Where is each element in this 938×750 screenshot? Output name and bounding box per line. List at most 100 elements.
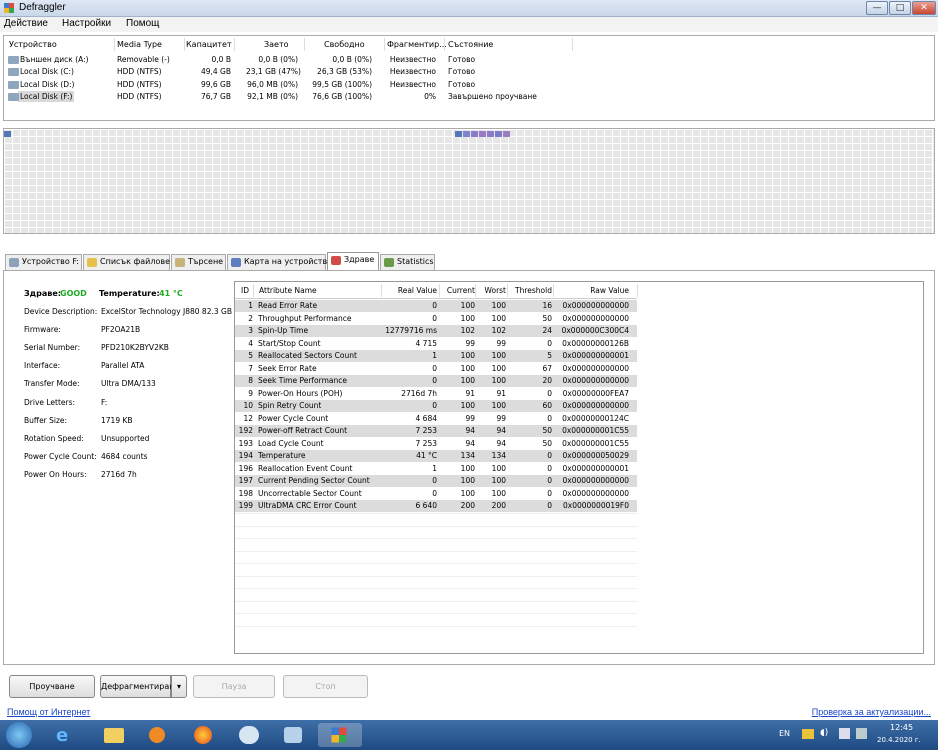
drive-cell[interactable]: Local Disk (F:)	[20, 92, 72, 101]
smart-cell: 100	[460, 488, 475, 498]
start-button[interactable]	[6, 722, 32, 748]
tab-drive-map[interactable]: Карта на устройство	[227, 254, 332, 270]
smart-cell: 100	[491, 301, 506, 310]
info-value: 4684 counts	[101, 451, 148, 461]
defraggler-taskbar-icon[interactable]	[318, 723, 362, 747]
smart-cell: 100	[460, 476, 475, 485]
ie-taskbar-icon[interactable]: e	[44, 723, 88, 747]
tab-health[interactable]: Здраве	[327, 252, 379, 270]
smart-cell: 91	[496, 388, 506, 398]
smart-row[interactable]: 193 Load Cycle Count 7 253 94 94 50 0x00000000…	[235, 438, 637, 450]
smart-row[interactable]: 194 Temperature 41 °C 134 134 0 0x000000050029	[235, 450, 637, 463]
smart-cell: 100	[460, 313, 475, 323]
smart-table[interactable]: ID Attribute Name Real Value Current Worst Th…	[234, 281, 924, 654]
drive-list-header[interactable]: Фрагментир...	[387, 40, 447, 49]
tab-search[interactable]: Търсене	[171, 254, 226, 270]
network-icon[interactable]	[839, 728, 850, 739]
drive-cell: HDD (NTFS)	[117, 67, 162, 77]
smart-column-header[interactable]: Real Value	[385, 286, 437, 295]
smart-cell: 194	[238, 451, 253, 460]
maximize-button[interactable]: □	[889, 1, 911, 15]
drive-cell[interactable]: Външен диск (A:)	[20, 55, 89, 64]
smart-row[interactable]: 7 Seek Error Rate 0 100 100 67 0x000000000000	[235, 363, 637, 375]
smart-row[interactable]: 12 Power Cycle Count 4 684 99 99 0 0x000000001…	[235, 413, 637, 425]
smart-cell: 1	[248, 301, 253, 310]
minimize-button[interactable]: —	[866, 1, 888, 15]
smart-cell: Load Cycle Count	[258, 438, 324, 448]
smart-column-header[interactable]: Threshold	[512, 286, 552, 295]
tab-statistics[interactable]: Statistics	[380, 254, 435, 270]
smart-column-header[interactable]: Raw Value	[557, 286, 629, 295]
menu-help[interactable]: Помощ	[126, 18, 159, 29]
smart-row[interactable]: 199 UltraDMA CRC Error Count 6 640 200 200 0 0…	[235, 500, 637, 513]
info-label: Rotation Speed:	[24, 433, 84, 443]
health-icon	[331, 256, 341, 265]
taskbar: e EN ◖) 12:45 20.4.2020 г.	[0, 720, 938, 750]
smart-row[interactable]: 5 Reallocated Sectors Count 1 100 100 5 0x0000…	[235, 350, 637, 363]
language-indicator[interactable]: EN	[779, 729, 790, 738]
drive-list-header[interactable]: Заето	[264, 40, 289, 49]
smart-row[interactable]: 196 Reallocation Event Count 1 100 100 0 0x000…	[235, 463, 637, 475]
defrag-dropdown-button[interactable]: ▾	[171, 675, 187, 698]
info-value: ExcelStor Technology J880 82.3 GB	[101, 307, 232, 316]
chart-icon	[384, 258, 394, 267]
smart-column-header[interactable]: Current	[441, 286, 475, 295]
column-divider	[439, 284, 440, 297]
explorer-taskbar-icon[interactable]	[92, 723, 136, 747]
menu-action[interactable]: Действие	[4, 18, 48, 29]
smart-column-header[interactable]: Attribute Name	[259, 286, 317, 295]
smart-cell: 100	[460, 301, 475, 310]
drive-list-header[interactable]: Свободно	[324, 40, 365, 49]
app-taskbar-icon[interactable]	[228, 723, 272, 747]
smart-row[interactable]: 1 Read Error Rate 0 100 100 16 0x000000000000	[235, 300, 637, 313]
analyze-button[interactable]: Проучване	[9, 675, 95, 698]
drive-cell: Неизвестно	[389, 55, 436, 64]
menu-settings[interactable]: Настройки	[62, 18, 111, 29]
smart-cell: Power Cycle Count	[258, 413, 329, 423]
smart-row[interactable]: 10 Spin Retry Count 0 100 100 60 0x00000000000…	[235, 400, 637, 413]
drive-cell[interactable]: Local Disk (C:)	[20, 67, 74, 76]
smart-cell: Read Error Rate	[258, 301, 318, 310]
drive-cell: 76,6 GB (100%)	[312, 91, 372, 101]
smart-row[interactable]: 197 Current Pending Sector Count 0 100 100 0 0…	[235, 475, 637, 488]
close-button[interactable]: ✕	[912, 1, 936, 15]
tab-file-list[interactable]: Списък файлове	[83, 254, 170, 270]
firefox-taskbar-icon[interactable]	[182, 723, 226, 747]
tab-drive[interactable]: Устройство F:	[5, 254, 82, 270]
smart-column-header[interactable]: Worst	[481, 286, 507, 295]
smart-row[interactable]: 192 Power-off Retract Count 7 253 94 94 50 0x0…	[235, 425, 637, 438]
smart-row[interactable]: 9 Power-On Hours (POH) 2716d 7h 91 91 0 0x0000…	[235, 388, 637, 400]
clock-time[interactable]: 12:45	[890, 723, 913, 732]
smart-cell: 94	[465, 426, 475, 435]
drive-list-header[interactable]: Media Type	[117, 40, 162, 49]
smart-row[interactable]: 8 Seek Time Performance 0 100 100 20 0x0000000…	[235, 375, 637, 388]
drive-list-header[interactable]: Устройство	[9, 40, 57, 49]
paint-taskbar-icon[interactable]	[272, 723, 316, 747]
stop-button[interactable]: Стоп	[283, 675, 368, 698]
drive-cell: 92,1 MB (0%)	[247, 91, 298, 101]
tray-icon[interactable]	[802, 729, 814, 739]
smart-cell: 1	[432, 463, 437, 473]
smart-row[interactable]: 2 Throughput Performance 0 100 100 50 0x000000…	[235, 313, 637, 325]
drive-list-header[interactable]: Капацитет	[186, 40, 232, 49]
smart-cell: 100	[491, 488, 506, 498]
smart-row[interactable]: 4 Start/Stop Count 4 715 99 99 0 0x00000000126…	[235, 338, 637, 350]
pause-button[interactable]: Пауза	[193, 675, 275, 698]
smart-cell: 41 °C	[416, 451, 437, 460]
volume-icon[interactable]: ◖)	[820, 728, 828, 738]
smart-row[interactable]: 3 Spin-Up Time 12779716 ms 102 102 24 0x000000…	[235, 325, 637, 338]
smart-column-header[interactable]: ID	[241, 286, 249, 295]
defrag-button[interactable]: Дефрагментиране	[100, 675, 179, 698]
drive-icon	[9, 258, 19, 267]
online-help-link[interactable]: Помощ от Интернет	[7, 707, 90, 717]
column-divider	[384, 38, 385, 51]
check-updates-link[interactable]: Проверка за актуализации...	[812, 707, 931, 717]
media-player-taskbar-icon[interactable]	[136, 723, 180, 747]
drive-list-header[interactable]: Състояние	[448, 40, 493, 49]
info-value: PFD210K2BYV2KB	[101, 343, 169, 353]
drive-cell[interactable]: Local Disk (D:)	[20, 80, 74, 89]
clock-date[interactable]: 20.4.2020 г.	[877, 736, 921, 744]
smart-cell: 0x00000000124C	[562, 413, 629, 423]
smart-row[interactable]: 198 Uncorrectable Sector Count 0 100 100 0 0x0…	[235, 488, 637, 500]
display-icon[interactable]	[856, 728, 867, 739]
